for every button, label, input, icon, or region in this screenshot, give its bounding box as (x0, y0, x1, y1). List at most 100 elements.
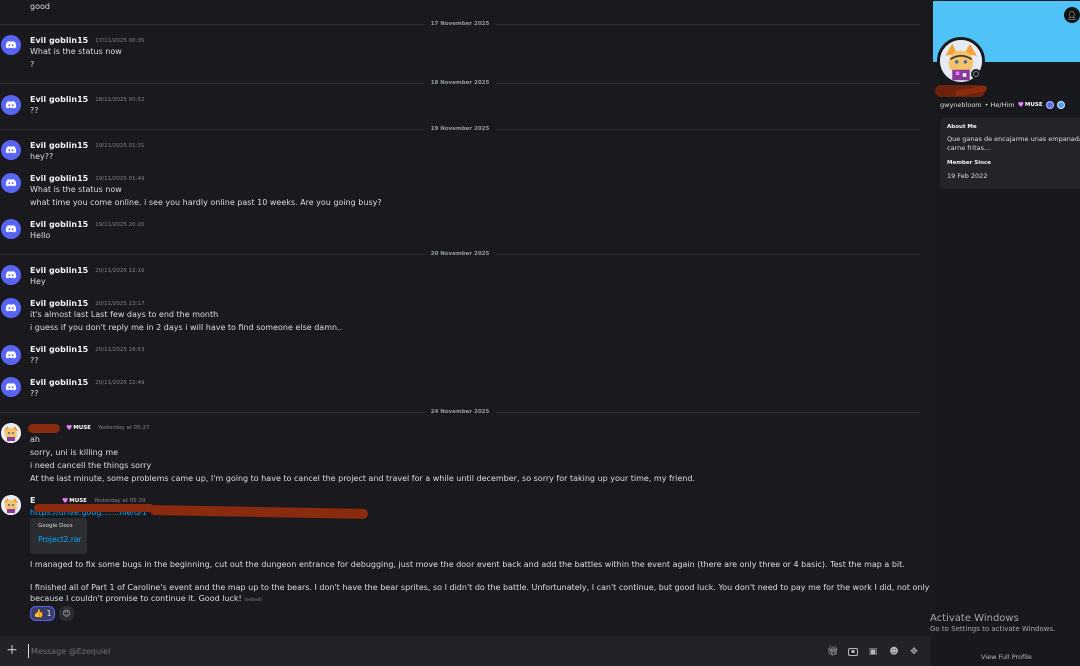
author-name[interactable]: Evil goblin15 (30, 36, 88, 45)
message-text: What is the status now (30, 47, 122, 56)
profile-handle-row: gwynebloom • He/Him ♥ MUSE (940, 101, 1065, 109)
date-divider-label: 18 November 2025 (424, 80, 496, 86)
chat-pane[interactable]: good 17 November 2025 Evil goblin15 17/11… (0, 0, 930, 636)
message-text: good (30, 2, 50, 11)
apps-icon[interactable]: ✥ (909, 647, 919, 657)
sticker-icon[interactable]: ▣ (868, 647, 878, 657)
message-header: Evil goblin15 20/11/2025 18:53 (30, 345, 145, 354)
message-input[interactable] (28, 644, 628, 658)
message-text: Hey (30, 277, 46, 286)
author-name[interactable]: Evil goblin15 (30, 345, 88, 354)
timestamp[interactable]: Yesterday at 05:39 (94, 498, 146, 504)
timestamp[interactable]: 20/11/2025 12:16 (95, 268, 144, 274)
redaction-mark (34, 504, 154, 512)
timestamp[interactable]: 17/11/2025 00:35 (95, 38, 144, 44)
watermark-subtitle: Go to Settings to activate Windows. (930, 625, 1056, 633)
gift-icon[interactable]: 🎁︎ (827, 647, 838, 657)
edited-label: (edited) (244, 598, 263, 603)
message-text: what time you come online. i see you har… (30, 198, 382, 207)
date-divider-label: 24 November 2025 (424, 409, 496, 415)
message-header: Evil goblin15 17/11/2025 00:35 (30, 36, 145, 45)
redaction-mark (28, 424, 60, 433)
discord-avatar-icon[interactable] (1, 265, 21, 285)
message-composer: + 🎁︎ ▪ ▣ ☻ ✥ (0, 636, 930, 666)
message-text: it's almost last Last few days to end th… (30, 310, 219, 319)
date-divider-label: 17 November 2025 (424, 21, 496, 27)
message-header: Evil goblin15 20/11/2025 12:16 (30, 266, 145, 275)
profile-handle[interactable]: gwynebloom (940, 101, 982, 109)
author-name[interactable]: Evil goblin15 (30, 220, 88, 229)
timestamp[interactable]: 20/11/2025 18:53 (95, 347, 144, 353)
message-text: sorry, uni is killing me (30, 448, 119, 457)
emoji-icon[interactable]: ☻ (889, 647, 899, 657)
discord-avatar-icon[interactable] (1, 377, 21, 397)
about-label: About Me (947, 124, 977, 130)
message-text: i guess if you don't reply me in 2 days … (30, 323, 343, 332)
discord-avatar-icon[interactable] (1, 219, 21, 239)
message-text: ah (30, 435, 40, 444)
gif-icon[interactable]: ▪ (848, 648, 858, 656)
date-divider: 19 November 2025 (0, 126, 920, 132)
member-since-label: Member Since (947, 160, 991, 166)
reaction-count: 1 (46, 609, 52, 618)
author-name[interactable]: Evil goblin15 (30, 266, 88, 275)
author-name[interactable]: Evil goblin15 (30, 141, 88, 150)
message-text: ?? (30, 106, 39, 115)
date-divider: 17 November 2025 (0, 21, 920, 27)
message-text: hey?? (30, 152, 54, 161)
plus-icon[interactable]: + (6, 643, 18, 657)
about-text: Que ganas de encajarme unas empanadas de… (947, 135, 1080, 152)
member-since-date: 19 Feb 2022 (947, 172, 988, 180)
user-avatar[interactable] (1, 423, 21, 443)
message-text: ? (30, 60, 35, 69)
discord-avatar-icon[interactable] (1, 298, 21, 318)
user-avatar[interactable] (1, 495, 21, 515)
timestamp[interactable]: 19/11/2025 20:20 (95, 222, 144, 228)
author-name[interactable]: Evil goblin15 (30, 174, 88, 183)
discord-avatar-icon[interactable] (1, 345, 21, 365)
message-text: because I couldn't promise to continue i… (30, 594, 263, 603)
activate-windows-watermark: Activate Windows Go to Settings to activ… (930, 613, 1055, 633)
timestamp[interactable]: 19/11/2025 01:49 (95, 176, 144, 182)
message-text: Hello (30, 231, 51, 240)
message-text: At the last minute, some problems came u… (30, 474, 695, 483)
timestamp[interactable]: 18/11/2025 00:52 (95, 97, 144, 103)
profile-pronouns: • He/Him (984, 101, 1015, 109)
heart-icon: ♥ (66, 424, 73, 432)
timestamp[interactable]: 20/11/2025 13:17 (95, 301, 144, 307)
embed-provider: Google Docs (38, 523, 73, 529)
message-header: Evil goblin15 18/11/2025 00:52 (30, 95, 145, 104)
discord-avatar-icon[interactable] (1, 95, 21, 115)
timestamp[interactable]: Yesterday at 05:27 (98, 425, 150, 431)
author-name[interactable]: Evil goblin15 (30, 299, 88, 308)
timestamp[interactable]: 19/11/2025 01:31 (95, 143, 144, 149)
add-reaction-button[interactable]: 😊 (59, 606, 74, 621)
author-name[interactable]: Evil goblin15 (30, 378, 88, 387)
message-text: ?? (30, 389, 39, 398)
nitro-badge-icon[interactable] (1056, 101, 1065, 109)
embed-file-link[interactable]: Project2.rar (38, 535, 82, 544)
hypesquad-badge-icon[interactable] (1045, 101, 1054, 109)
timestamp[interactable]: 20/11/2025 22:49 (95, 380, 144, 386)
add-friend-icon[interactable]: 👤︎ (1064, 7, 1080, 23)
message-text: What is the status now (30, 185, 122, 194)
author-name[interactable]: Evil goblin15 (30, 95, 88, 104)
date-divider-label: 19 November 2025 (424, 126, 496, 132)
date-divider: 24 November 2025 (0, 409, 920, 415)
message-header: Evil goblin15 20/11/2025 13:17 (30, 299, 145, 308)
date-divider-label: 20 November 2025 (424, 251, 496, 257)
date-divider: 20 November 2025 (0, 251, 920, 257)
redaction-mark (149, 505, 369, 519)
view-full-profile-button[interactable]: View Full Profile (933, 653, 1080, 661)
message-text: i need cancell the things sorry (30, 461, 152, 470)
discord-avatar-icon[interactable] (1, 35, 21, 55)
smiley-icon: 😊 (62, 609, 71, 618)
discord-avatar-icon[interactable] (1, 140, 21, 160)
message-header: Evil goblin15 20/11/2025 22:49 (30, 378, 145, 387)
message-header: Evil goblin15 19/11/2025 20:20 (30, 220, 145, 229)
discord-avatar-icon[interactable] (1, 173, 21, 193)
muse-badge: ♥ MUSE (1017, 101, 1043, 109)
thumbs-up-icon: 👍 (33, 609, 44, 618)
file-embed[interactable]: Google Docs Project2.rar (30, 518, 87, 554)
reaction-thumbs-up[interactable]: 👍 1 (30, 606, 55, 621)
